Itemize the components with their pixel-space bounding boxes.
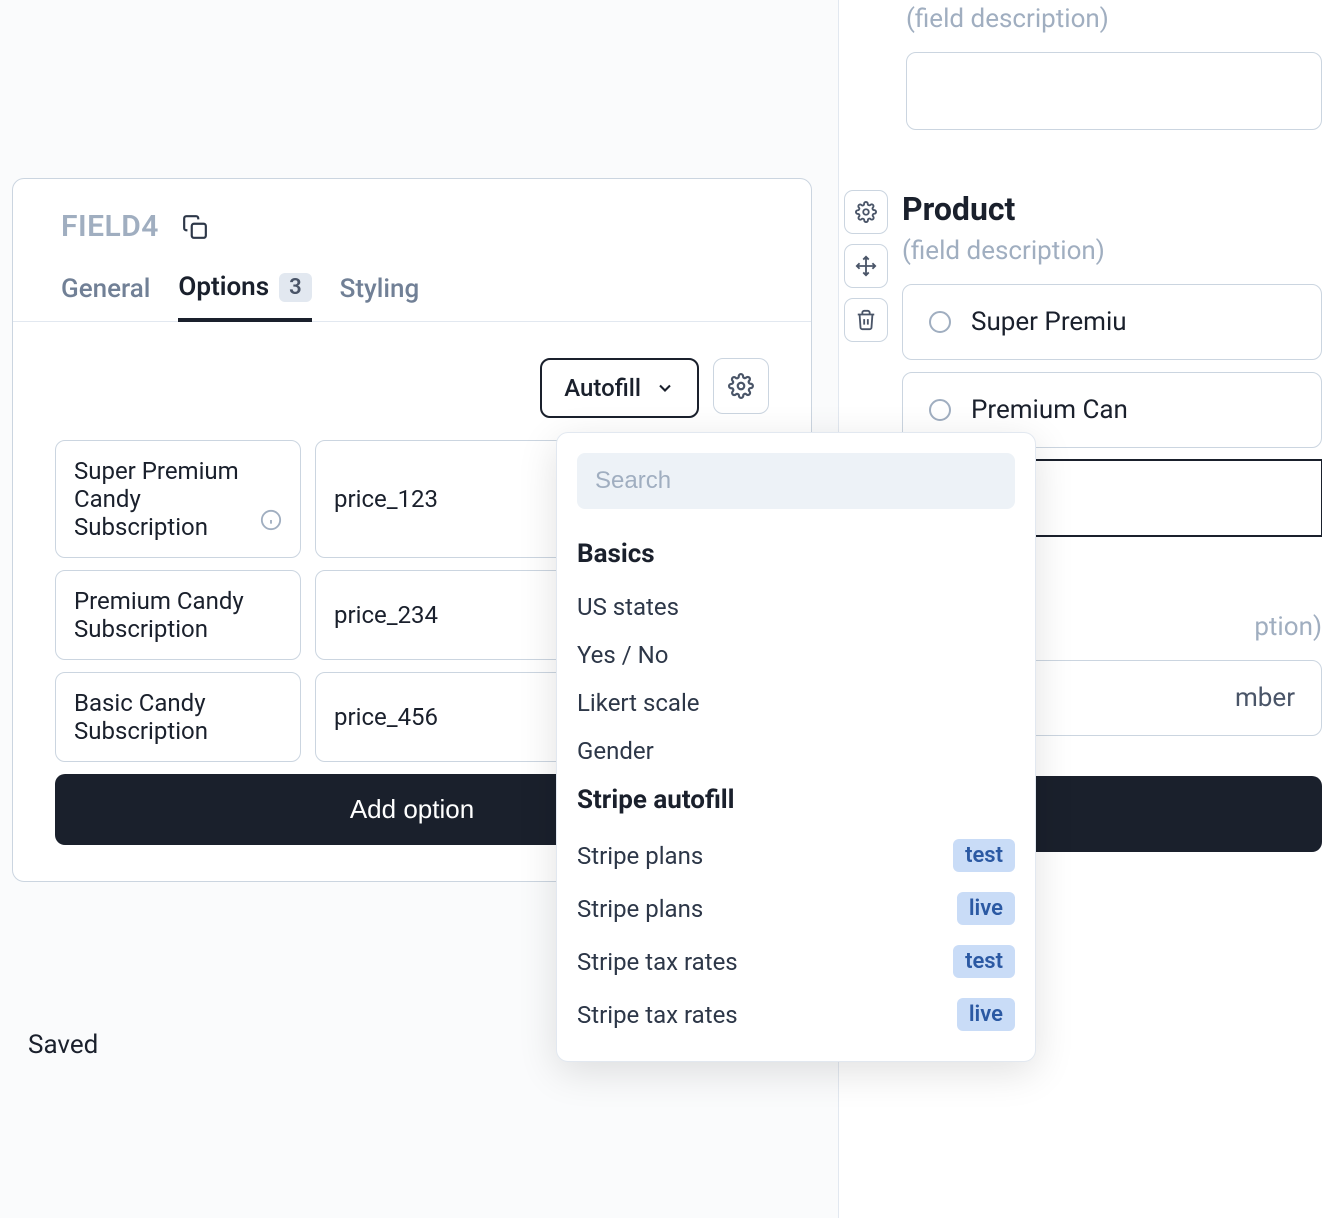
autofill-button[interactable]: Autofill xyxy=(540,358,699,418)
radio-icon xyxy=(929,311,951,333)
field-name: FIELD4 xyxy=(61,209,159,244)
info-icon[interactable] xyxy=(260,509,282,531)
dropdown-item-stripe-plans-live[interactable]: Stripe plans live xyxy=(577,882,1015,935)
field-description-placeholder: (field description) xyxy=(844,0,1322,52)
env-badge: live xyxy=(957,892,1015,925)
option-label-input[interactable]: Premium Candy Subscription xyxy=(55,570,301,660)
tab-options-label: Options xyxy=(178,272,269,302)
option-value-text: price_456 xyxy=(334,703,438,731)
dropdown-group-title: Stripe autofill xyxy=(577,785,1015,815)
tabs: General Options 3 Styling xyxy=(13,254,811,322)
dropdown-item-stripe-tax-live[interactable]: Stripe tax rates live xyxy=(577,988,1015,1041)
chevron-down-icon xyxy=(655,378,675,398)
dropdown-item-stripe-plans-test[interactable]: Stripe plans test xyxy=(577,829,1015,882)
radio-icon xyxy=(929,399,951,421)
tab-styling[interactable]: Styling xyxy=(340,272,420,321)
saved-status: Saved xyxy=(28,1030,98,1060)
delete-button[interactable] xyxy=(844,298,888,342)
dropdown-item-us-states[interactable]: US states xyxy=(577,583,1015,631)
option-value-text: price_123 xyxy=(334,485,438,513)
dropdown-group-title: Basics xyxy=(577,539,1015,569)
gear-icon xyxy=(855,201,877,223)
settings-button[interactable] xyxy=(844,190,888,234)
dropdown-item-stripe-tax-test[interactable]: Stripe tax rates test xyxy=(577,935,1015,988)
autofill-dropdown: Basics US states Yes / No Likert scale G… xyxy=(556,432,1036,1062)
option-label-input[interactable]: Super Premium Candy Subscription xyxy=(55,440,301,558)
top-controls: Autofill xyxy=(55,358,769,418)
radio-label: Premium Can xyxy=(971,395,1128,425)
copy-button[interactable] xyxy=(179,211,211,243)
env-badge: test xyxy=(953,945,1015,978)
option-label-text: Basic Candy Subscription xyxy=(74,689,282,745)
options-settings-button[interactable] xyxy=(713,358,769,414)
move-button[interactable] xyxy=(844,244,888,288)
field-header: FIELD4 xyxy=(13,179,811,254)
gear-icon xyxy=(728,373,754,399)
trash-icon xyxy=(855,309,877,331)
preview-input[interactable] xyxy=(906,52,1322,130)
dropdown-item-gender[interactable]: Gender xyxy=(577,727,1015,775)
copy-icon xyxy=(182,214,208,240)
radio-label: Super Premiu xyxy=(971,307,1127,337)
tab-options-count: 3 xyxy=(279,273,312,302)
option-value-text: price_234 xyxy=(334,601,438,629)
option-label-input[interactable]: Basic Candy Subscription xyxy=(55,672,301,762)
option-label-text: Premium Candy Subscription xyxy=(74,587,282,643)
preview-field-desc: (field description) xyxy=(902,232,1322,284)
dropdown-item-likert[interactable]: Likert scale xyxy=(577,679,1015,727)
option-label-text: Super Premium Candy Subscription xyxy=(74,457,250,541)
tab-general[interactable]: General xyxy=(61,272,150,321)
tab-options[interactable]: Options 3 xyxy=(178,272,311,322)
preview-field-title: Product xyxy=(902,190,1322,228)
dropdown-item-yes-no[interactable]: Yes / No xyxy=(577,631,1015,679)
autofill-label: Autofill xyxy=(564,374,641,402)
radio-option[interactable]: Super Premiu xyxy=(902,284,1322,360)
dropdown-search-input[interactable] xyxy=(577,453,1015,509)
move-icon xyxy=(855,255,877,277)
env-badge: live xyxy=(957,998,1015,1031)
env-badge: test xyxy=(953,839,1015,872)
